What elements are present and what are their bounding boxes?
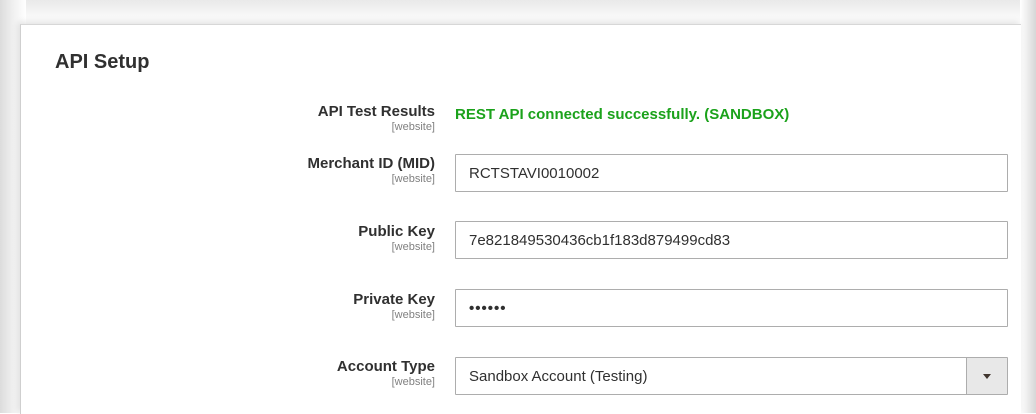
public-key-input[interactable] — [455, 221, 1008, 259]
private-key-input-wrap — [455, 289, 1008, 327]
section-title: API Setup — [55, 51, 150, 73]
public-key-scope: [website] — [391, 241, 435, 253]
account-type-label-group: Account Type [website] — [337, 358, 435, 388]
merchant-id-input[interactable] — [455, 154, 1008, 192]
api-test-results-label: API Test Results — [317, 103, 435, 120]
panel-shadow-right — [1020, 0, 1036, 413]
api-setup-panel: API Setup API Test Results [website] RES… — [20, 24, 1021, 414]
chevron-down-icon — [983, 374, 991, 379]
merchant-id-input-wrap — [455, 154, 1008, 192]
public-key-label: Public Key — [358, 223, 435, 240]
private-key-input[interactable] — [455, 289, 1008, 327]
account-type-selected-value: Sandbox Account (Testing) — [469, 368, 648, 385]
api-status-message: REST API connected successfully. (SANDBO… — [455, 106, 790, 123]
private-key-scope: [website] — [391, 309, 435, 321]
merchant-id-label: Merchant ID (MID) — [307, 155, 436, 172]
api-test-results-label-group: API Test Results [website] — [318, 103, 435, 133]
merchant-id-label-group: Merchant ID (MID) [website] — [308, 155, 436, 185]
select-toggle-button[interactable] — [966, 358, 1007, 394]
account-type-label: Account Type — [336, 358, 435, 375]
api-test-results-value-group: REST API connected successfully. (SANDBO… — [455, 106, 789, 124]
private-key-label-group: Private Key [website] — [353, 291, 435, 321]
public-key-input-wrap — [455, 221, 1008, 259]
api-test-results-scope: [website] — [391, 121, 435, 133]
config-page: API Setup API Test Results [website] RES… — [0, 0, 1036, 414]
private-key-label: Private Key — [353, 291, 435, 308]
account-type-scope: [website] — [391, 376, 435, 388]
account-type-select[interactable]: Sandbox Account (Testing) — [455, 357, 1008, 395]
merchant-id-scope: [website] — [391, 173, 435, 185]
account-type-select-wrap: Sandbox Account (Testing) — [455, 357, 1008, 395]
public-key-label-group: Public Key [website] — [358, 223, 435, 253]
